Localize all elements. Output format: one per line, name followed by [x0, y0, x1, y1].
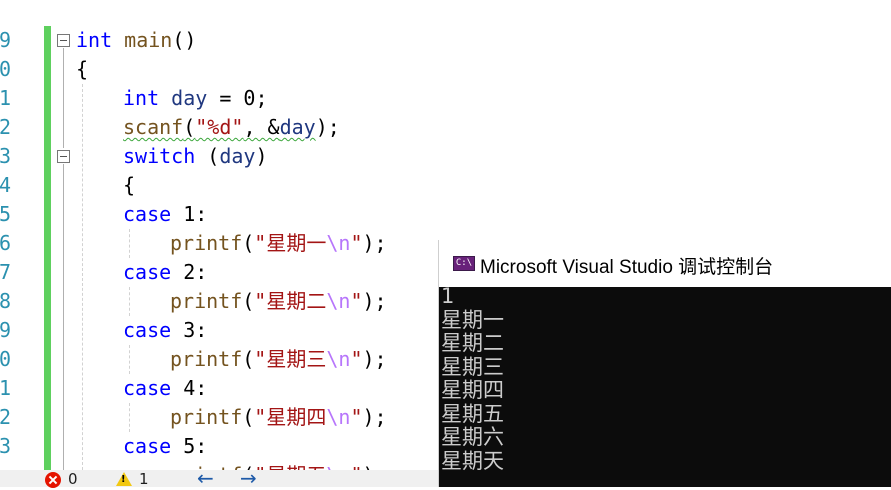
error-icon[interactable] — [45, 472, 61, 488]
code-token: " — [350, 405, 363, 429]
code-token: printf — [170, 405, 243, 429]
code-token: scanf — [123, 115, 184, 139]
navigate-forward-icon[interactable]: → — [240, 468, 257, 488]
code-line[interactable]: scanf("%d", &day); — [123, 113, 340, 142]
code-token: day — [171, 86, 208, 110]
code-token: ); — [362, 463, 386, 470]
code-token: day — [219, 144, 256, 168]
console-output-line: 星期二 — [441, 331, 504, 355]
debug-console-window[interactable]: C:\ Microsoft Visual Studio 调试控制台 1 星期一 星期… — [438, 240, 891, 487]
navigate-back-icon[interactable]: ← — [197, 468, 214, 488]
code-token: " — [350, 463, 362, 470]
code-token: \n — [326, 463, 350, 470]
code-token: \n — [326, 405, 351, 429]
code-token: ( — [183, 115, 196, 139]
code-token: "星期一 — [254, 231, 327, 255]
code-token: case — [123, 260, 172, 284]
code-token: printf — [170, 289, 243, 313]
code-token: , & — [243, 115, 280, 139]
code-token: 4: — [171, 376, 208, 400]
code-token: main — [124, 28, 173, 52]
code-token: printf — [170, 347, 243, 371]
code-token: { — [76, 57, 89, 81]
code-token: = 0; — [207, 86, 268, 110]
code-token: { — [123, 173, 136, 197]
code-token: " — [350, 289, 363, 313]
code-token: "星期五 — [254, 463, 326, 470]
console-output: 1 星期一 星期二 星期三 星期四 星期五 星期六 星期天 — [439, 287, 891, 487]
console-output-line: 星期五 — [441, 401, 504, 426]
code-token: printf — [170, 231, 243, 255]
code-line[interactable]: switch (day) — [123, 142, 268, 171]
code-token: " — [350, 231, 363, 255]
console-app-icon: C:\ — [453, 256, 475, 271]
code-token: ); — [362, 405, 387, 429]
code-token: ( — [242, 347, 255, 371]
code-token: ( — [242, 405, 255, 429]
warning-icon[interactable] — [116, 472, 132, 486]
code-token: 3: — [171, 318, 208, 342]
code-line[interactable]: case 1: — [123, 200, 207, 229]
code-token: 1: — [171, 202, 208, 226]
code-line[interactable]: int day = 0; — [123, 84, 268, 113]
console-output-line: 星期四 — [441, 378, 504, 402]
code-token: "星期二 — [254, 289, 327, 313]
status-bar: 0 1 ← → — [0, 468, 438, 488]
code-token: day — [279, 115, 316, 139]
code-token: 2: — [171, 260, 208, 284]
code-token: 5: — [171, 434, 208, 458]
code-line[interactable]: { — [76, 55, 88, 84]
code-token: "星期四 — [254, 405, 327, 429]
code-line[interactable]: printf("星期四\n"); — [170, 403, 387, 432]
code-token: () — [172, 28, 197, 52]
code-token: "%d" — [195, 115, 244, 139]
code-token: ); — [315, 115, 340, 139]
code-token: ) — [255, 144, 268, 168]
code-token: \n — [326, 289, 351, 313]
code-token: case — [123, 202, 172, 226]
code-token: ); — [362, 289, 387, 313]
warning-count[interactable]: 1 — [139, 470, 149, 488]
code-token: ( — [242, 231, 255, 255]
code-token: switch — [123, 144, 196, 168]
code-line[interactable]: printf("星期三\n"); — [170, 345, 387, 374]
code-token: ( — [242, 289, 255, 313]
code-line[interactable]: { — [123, 171, 135, 200]
code-line[interactable]: case 5: — [123, 432, 207, 461]
code-line[interactable]: case 4: — [123, 374, 207, 403]
code-token: case — [123, 376, 172, 400]
code-token: ); — [362, 347, 387, 371]
code-line[interactable]: printf("星期一\n"); — [170, 229, 387, 258]
code-line[interactable]: int main() — [76, 26, 196, 55]
console-output-line: 1 — [441, 287, 455, 308]
code-token: " — [350, 347, 363, 371]
console-title-bar[interactable]: C:\ Microsoft Visual Studio 调试控制台 — [439, 240, 891, 287]
code-token: \n — [326, 347, 351, 371]
code-line[interactable]: printf("星期二\n"); — [170, 287, 387, 316]
code-token: \n — [326, 231, 351, 255]
code-token: case — [123, 318, 172, 342]
code-token: ( — [195, 144, 220, 168]
code-line[interactable]: case 2: — [123, 258, 207, 287]
code-token: int — [76, 28, 113, 52]
console-output-line: 星期天 — [441, 448, 504, 473]
console-title: Microsoft Visual Studio 调试控制台 — [480, 257, 774, 278]
console-output-line: 星期一 — [441, 307, 504, 332]
console-output-line: 星期三 — [441, 354, 504, 379]
code-token: ); — [362, 231, 387, 255]
error-count[interactable]: 0 — [68, 470, 78, 488]
console-output-line: 星期六 — [441, 425, 504, 449]
code-line[interactable]: case 3: — [123, 316, 207, 345]
code-token: case — [123, 434, 172, 458]
code-token: int — [123, 86, 160, 110]
code-token: "星期三 — [254, 347, 327, 371]
